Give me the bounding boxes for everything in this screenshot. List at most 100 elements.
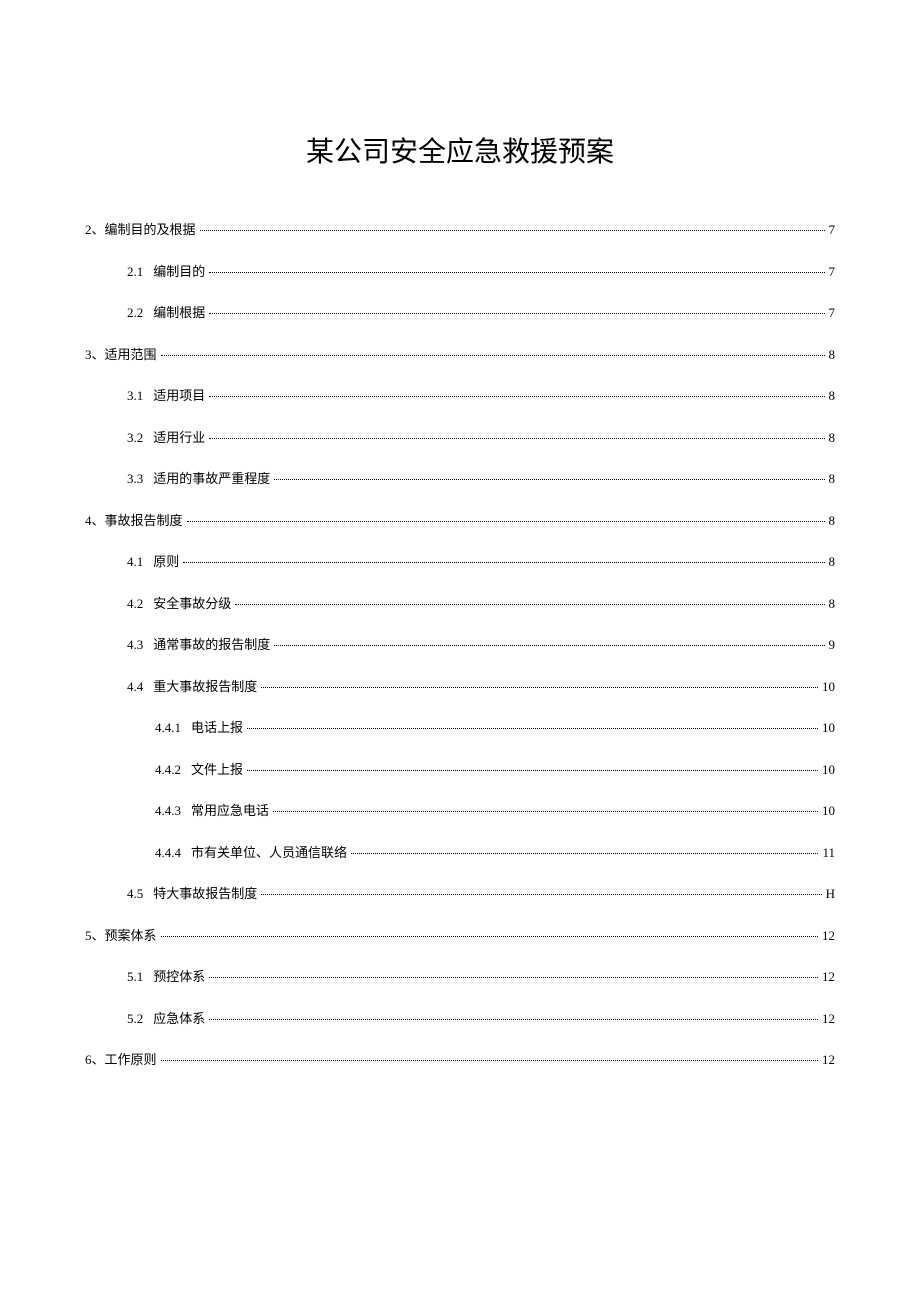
toc-label: 4.4.1电话上报 [155,718,243,738]
toc-page-number: 10 [822,801,835,821]
toc-text: 市有关单位、人员通信联络 [191,843,347,863]
toc-leader-dots [351,853,818,854]
toc-label: 5.2 应急体系 [127,1009,205,1029]
toc-entry: 4.4重大事故报告制度 10 [85,677,835,697]
toc-number: 4.5 [127,884,143,904]
toc-label: 6、工作原则 [85,1050,157,1070]
toc-entry: 4.4.1电话上报 10 [85,718,835,738]
toc-label: 4.4重大事故报告制度 [127,677,257,697]
toc-entry: 2.1 编制目的 7 [85,262,835,282]
toc-entry: 2.2编制根据 7 [85,303,835,323]
toc-number: 5.2 [127,1009,143,1029]
toc-leader-dots [209,272,824,273]
toc-text: 原则 [153,552,179,572]
toc-label: 4.1 原则 [127,552,179,572]
toc-number: 3.3 [127,469,143,489]
toc-page-number: 8 [829,428,836,448]
toc-leader-dots [209,313,824,314]
toc-page-number: 8 [829,345,836,365]
toc-entry: 3、适用范围 8 [85,345,835,365]
toc-number: 4.4 [127,677,143,697]
toc-page-number: 10 [822,677,835,697]
toc-entry: 4.4.3 常用应急电话 10 [85,801,835,821]
toc-leader-dots [247,770,818,771]
toc-label: 3.1适用项目 [127,386,205,406]
toc-text: 文件上报 [191,760,243,780]
toc-entry: 4.5特大事故报告制度H [85,884,835,904]
toc-text: 适用的事故严重程度 [153,469,270,489]
toc-leader-dots [209,1019,818,1020]
toc-leader-dots [209,977,818,978]
toc-number: 4.1 [127,552,143,572]
toc-entry: 2、编制目的及根据 7 [85,220,835,240]
toc-page-number: 8 [829,511,836,531]
toc-text: 适用行业 [153,428,205,448]
document-title: 某公司安全应急救援预案 [85,130,835,170]
toc-page-number: 9 [829,635,836,655]
toc-page-number: 7 [829,303,836,323]
toc-label: 3、适用范围 [85,345,157,365]
toc-text: 常用应急电话 [191,801,269,821]
toc-leader-dots [273,811,818,812]
toc-heading-text: 2、编制目的及根据 [85,222,196,237]
toc-entry: 3.2 适用行业 8 [85,428,835,448]
toc-entry: 5.1预控体系 12 [85,967,835,987]
toc-page-number: 12 [822,1050,835,1070]
toc-label: 4、事故报告制度 [85,511,183,531]
toc-page-number: 12 [822,967,835,987]
toc-page-number: 10 [822,718,835,738]
toc-entry: 4.4.2文件上报10 [85,760,835,780]
toc-number: 4.4.2 [155,760,181,780]
toc-page-number: 7 [829,262,836,282]
toc-entry: 4、事故报告制度 8 [85,511,835,531]
toc-label: 4.3 通常事故的报告制度 [127,635,270,655]
toc-number: 4.4.3 [155,801,181,821]
toc-heading-text: 4、事故报告制度 [85,513,183,528]
toc-label: 4.4.4 市有关单位、人员通信联络 [155,843,347,863]
toc-entry: 3.3 适用的事故严重程度 8 [85,469,835,489]
toc-number: 5.1 [127,967,143,987]
toc-leader-dots [161,355,825,356]
toc-entry: 6、工作原则 12 [85,1050,835,1070]
toc-label: 5、预案体系 [85,926,157,946]
toc-number: 2.1 [127,262,143,282]
toc-entry: 5.2应急体系12 [85,1009,835,1029]
toc-leader-dots [261,687,818,688]
toc-leader-dots [209,396,824,397]
toc-label: 4.2安全事故分级 [127,594,231,614]
toc-page-number: 11 [822,843,835,863]
toc-text: 通常事故的报告制度 [153,635,270,655]
toc-leader-dots [209,438,824,439]
toc-entry: 4.1 原则 8 [85,552,835,572]
toc-number: 3.1 [127,386,143,406]
toc-page-number: 7 [829,220,836,240]
toc-text: 应急体系 [153,1009,205,1029]
toc-page-number: 8 [829,552,836,572]
toc-entry: 4.4.4 市有关单位、人员通信联络 11 [85,843,835,863]
toc-label: 4.5特大事故报告制度 [127,884,257,904]
toc-number: 3.2 [127,428,143,448]
table-of-contents: 2、编制目的及根据 7 2.1 编制目的 7 2.2编制根据 7 3、适用范围 8 3.1适用项目… [85,220,835,1070]
toc-heading-text: 3、适用范围 [85,347,157,362]
toc-leader-dots [200,230,825,231]
toc-heading-text: 6、工作原则 [85,1052,157,1067]
toc-label: 4.4.3 常用应急电话 [155,801,269,821]
toc-number: 4.4.4 [155,843,181,863]
toc-page-number: 8 [829,386,836,406]
toc-leader-dots [274,479,824,480]
toc-entry: 4.3 通常事故的报告制度 9 [85,635,835,655]
toc-leader-dots [235,604,824,605]
toc-heading-text: 5、预案体系 [85,928,157,943]
toc-leader-dots [187,521,825,522]
toc-label: 2.2编制根据 [127,303,205,323]
toc-number: 4.2 [127,594,143,614]
toc-page-number: 8 [829,594,836,614]
toc-leader-dots [161,936,818,937]
toc-label: 2.1 编制目的 [127,262,205,282]
toc-page-number: 8 [829,469,836,489]
toc-label: 5.1预控体系 [127,967,205,987]
toc-text: 编制目的 [153,262,205,282]
toc-number: 4.3 [127,635,143,655]
toc-number: 4.4.1 [155,718,181,738]
toc-entry: 5、预案体系12 [85,926,835,946]
